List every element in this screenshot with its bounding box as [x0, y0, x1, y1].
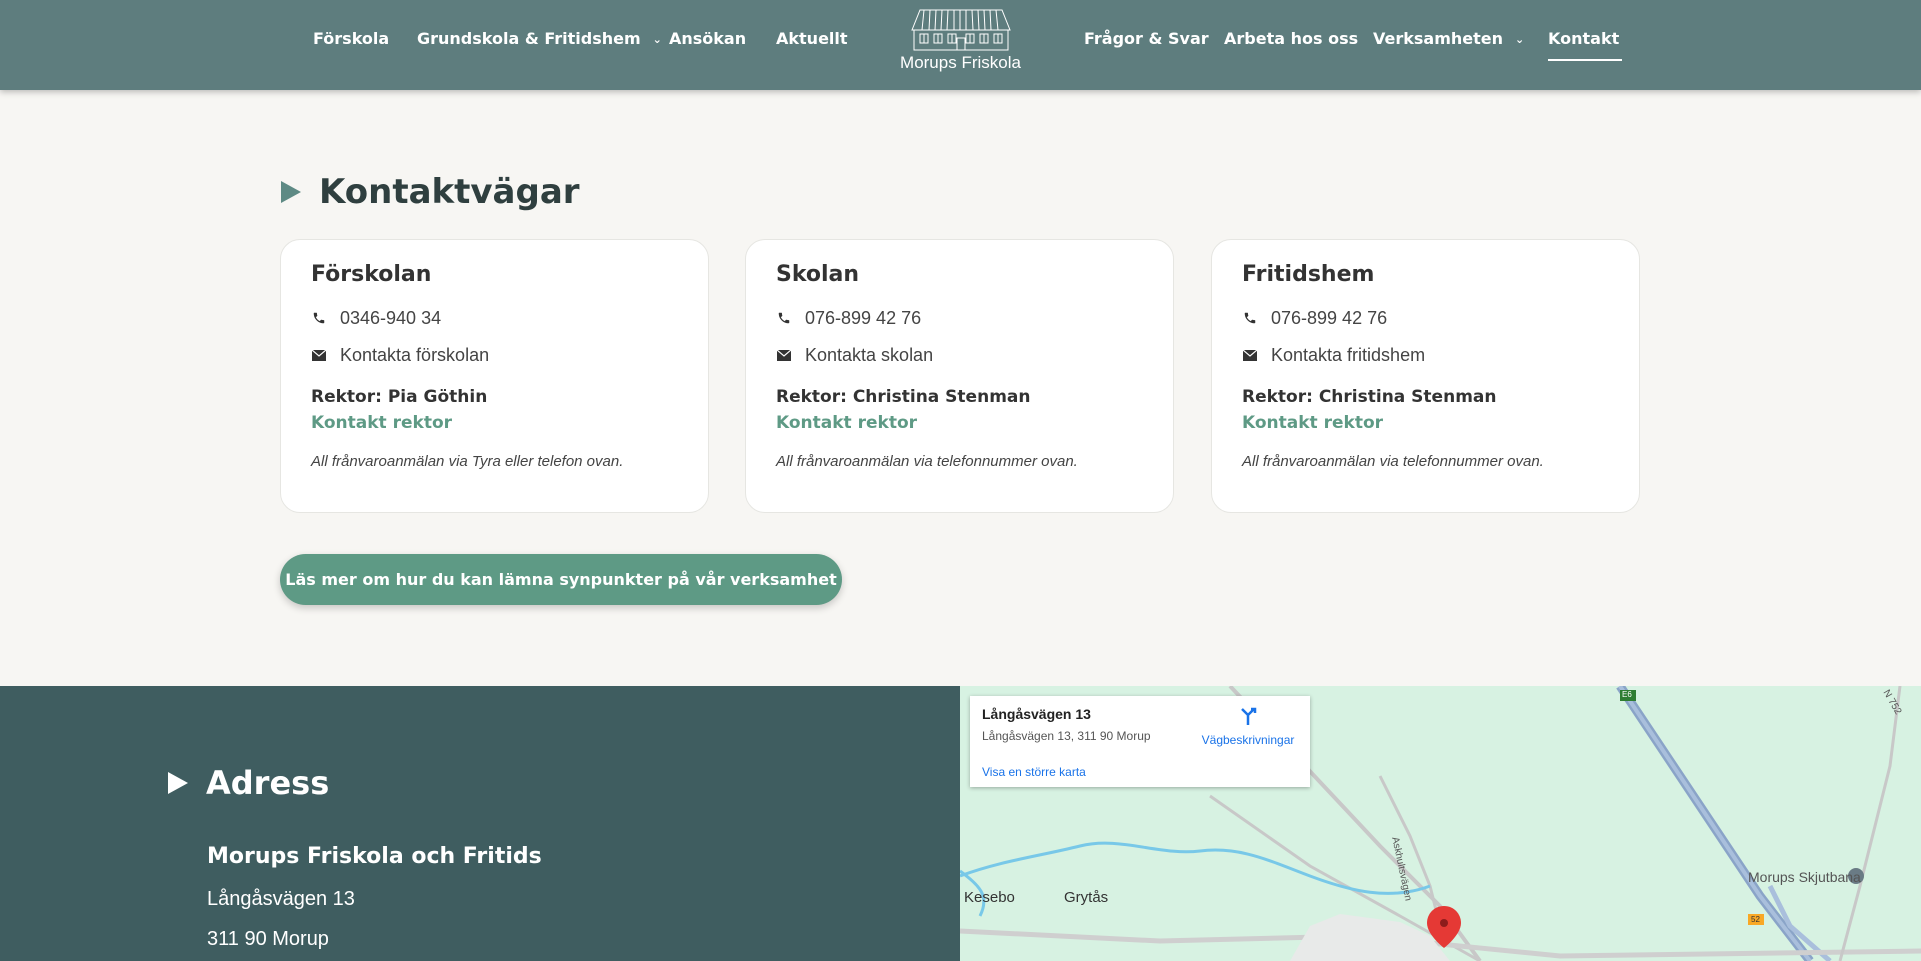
map-label-skjutbana: Morups Skjutbana — [1748, 869, 1861, 885]
play-triangle-icon — [281, 181, 301, 203]
address-title: Adress — [206, 764, 330, 802]
chevron-down-icon: ⌄ — [1515, 33, 1525, 46]
rektor-name: Rektor: Christina Stenman — [776, 387, 1031, 407]
nav-verksamheten-label: Verksamheten — [1373, 29, 1504, 48]
contact-title: Kontaktvägar — [319, 172, 580, 212]
address-postal: 311 90 Morup — [207, 928, 329, 950]
phone-number: 076-899 42 76 — [1271, 307, 1388, 328]
phone-number: 0346-940 34 — [340, 307, 442, 328]
contact-rektor-link[interactable]: Kontakt rektor — [1242, 413, 1609, 433]
rektor-name: Rektor: Pia Göthin — [311, 387, 488, 407]
directions-label: Vägbeskrivningar — [1201, 733, 1295, 747]
site-logo[interactable]: Morups Friskola — [888, 8, 1033, 80]
phone-icon — [776, 310, 792, 326]
map-label-kesebo: Kesebo — [964, 889, 1015, 906]
nav-grundskola-label: Grundskola & Fritidshem — [417, 29, 641, 48]
school-house-icon — [910, 9, 1011, 51]
envelope-icon — [776, 347, 792, 363]
phone-row[interactable]: 0346-940 34 — [311, 307, 678, 329]
absence-note: All frånvaroanmälan via Tyra eller telef… — [311, 453, 624, 470]
nav-grundskola[interactable]: Grundskola & Fritidshem ⌄ — [417, 29, 662, 48]
map-label-52: 52 — [1751, 915, 1760, 924]
map-place-card: Långåsvägen 13 Långåsvägen 13, 311 90 Mo… — [970, 696, 1310, 787]
site-header: Förskola Grundskola & Fritidshem ⌄ Ansöka… — [0, 0, 1921, 90]
contact-heading: Kontaktvägar — [281, 172, 580, 212]
contact-rektor-link[interactable]: Kontakt rektor — [311, 413, 678, 433]
address-panel — [0, 686, 960, 961]
card-title: Fritidshem — [1242, 262, 1375, 287]
nav-ansokan[interactable]: Ansökan — [669, 29, 746, 48]
phone-icon — [311, 310, 327, 326]
larger-map-link[interactable]: Visa en större karta — [982, 765, 1086, 779]
nav-verksamheten[interactable]: Verksamheten ⌄ — [1373, 29, 1524, 48]
phone-row[interactable]: 076-899 42 76 — [1242, 307, 1609, 329]
email-row[interactable]: Kontakta förskolan — [311, 344, 678, 366]
phone-icon — [1242, 310, 1258, 326]
absence-note: All frånvaroanmälan via telefonnummer ov… — [776, 453, 1078, 470]
map-label-e6: E6 — [1622, 690, 1632, 699]
map-place-address: Långåsvägen 13, 311 90 Morup — [982, 729, 1151, 743]
card-title: Förskolan — [311, 262, 432, 287]
contact-rektor-link[interactable]: Kontakt rektor — [776, 413, 1143, 433]
contact-card-forskolan: Förskolan 0346-940 34 Kontakta förskolan… — [280, 239, 709, 513]
nav-forskola[interactable]: Förskola — [313, 29, 389, 48]
address-name: Morups Friskola och Fritids — [207, 844, 542, 869]
absence-note: All frånvaroanmälan via telefonnummer ov… — [1242, 453, 1544, 470]
nav-arbeta[interactable]: Arbeta hos oss — [1224, 29, 1358, 48]
email-link: Kontakta fritidshem — [1271, 344, 1426, 365]
email-link: Kontakta förskolan — [340, 344, 490, 365]
phone-row[interactable]: 076-899 42 76 — [776, 307, 1143, 329]
directions-icon — [1241, 707, 1257, 725]
rektor-name: Rektor: Christina Stenman — [1242, 387, 1497, 407]
nav-aktuellt[interactable]: Aktuellt — [776, 29, 848, 48]
card-title: Skolan — [776, 262, 860, 287]
contact-card-skolan: Skolan 076-899 42 76 Kontakta skolan Rek… — [745, 239, 1174, 513]
logo-text: Morups Friskola — [900, 53, 1021, 72]
nav-fragor-svar[interactable]: Frågor & Svar — [1084, 29, 1209, 48]
directions-button[interactable]: Vägbeskrivningar — [1198, 706, 1298, 747]
envelope-icon — [311, 347, 327, 363]
map-place-title: Långåsvägen 13 — [982, 706, 1091, 722]
address-heading: Adress — [168, 764, 329, 802]
email-link: Kontakta skolan — [805, 344, 934, 365]
google-map[interactable]: Långåsvägen 13 Långåsvägen 13, 311 90 Mo… — [960, 686, 1921, 961]
phone-number: 076-899 42 76 — [805, 307, 922, 328]
chevron-down-icon: ⌄ — [652, 33, 662, 46]
envelope-icon — [1242, 347, 1258, 363]
feedback-button[interactable]: Läs mer om hur du kan lämna synpunkter p… — [280, 554, 842, 605]
nav-kontakt[interactable]: Kontakt — [1548, 29, 1623, 61]
address-street: Långåsvägen 13 — [207, 888, 355, 910]
email-row[interactable]: Kontakta skolan — [776, 344, 1143, 366]
contact-card-fritidshem: Fritidshem 076-899 42 76 Kontakta fritid… — [1211, 239, 1640, 513]
play-triangle-icon — [168, 772, 188, 794]
map-label-grytas: Grytås — [1064, 889, 1109, 906]
email-row[interactable]: Kontakta fritidshem — [1242, 344, 1609, 366]
